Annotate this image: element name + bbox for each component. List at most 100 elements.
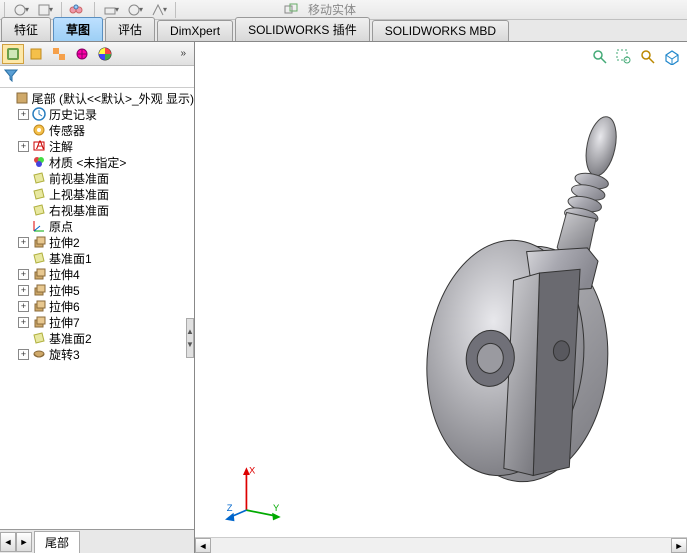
tree-item[interactable]: +旋转3 [2, 346, 194, 362]
toolbar-btn-1[interactable]: ▾ [9, 1, 33, 19]
prev-view-icon[interactable] [639, 48, 657, 66]
origin-icon [31, 218, 47, 234]
tab-scroll-right[interactable]: ► [16, 532, 32, 552]
dimxpert-mgr-icon[interactable] [71, 44, 93, 64]
toolbar-btn-4[interactable]: ▾ [99, 1, 123, 19]
history-icon [31, 106, 47, 122]
tab-features[interactable]: 特征 [1, 17, 51, 41]
toolbar-btn-3[interactable] [66, 1, 90, 19]
tree-item-label: 注解 [49, 138, 73, 155]
tree-item-label: 基准面2 [49, 330, 92, 347]
expand-icon[interactable]: + [18, 285, 29, 296]
tree-item-label: 上视基准面 [49, 186, 109, 203]
tree-item-label: 材质 <未指定> [49, 154, 126, 171]
tree-item[interactable]: 原点 [2, 218, 194, 234]
svg-text:Z: Z [227, 502, 233, 513]
expand-icon[interactable]: + [18, 317, 29, 328]
tree-item-label: 拉伸7 [49, 314, 80, 331]
tree-item[interactable]: 前视基准面 [2, 170, 194, 186]
plane-icon [31, 250, 47, 266]
extrude-icon [31, 282, 47, 298]
expand-icon[interactable]: + [18, 237, 29, 248]
material-icon [31, 154, 47, 170]
tree-item[interactable]: + 历史记录 [2, 106, 194, 122]
toolbar-btn-5[interactable]: ▾ [123, 1, 147, 19]
revolve-icon [31, 346, 47, 362]
tree-item[interactable]: +拉伸4 [2, 266, 194, 282]
tab-scroll-left[interactable]: ◄ [0, 532, 16, 552]
sensor-icon [31, 122, 47, 138]
bottom-tabs: ◄ ► 尾部 [0, 529, 194, 553]
tree-item[interactable]: 传感器 [2, 122, 194, 138]
plane-icon [31, 202, 47, 218]
horizontal-scrollbar[interactable]: ◄ ► [195, 537, 687, 553]
view-heads-up-toolbar [591, 48, 681, 66]
display-mgr-icon[interactable] [94, 44, 116, 64]
toolbar-btn-2[interactable]: ▾ [33, 1, 57, 19]
expand-icon[interactable]: + [18, 349, 29, 360]
tree-item-label: 原点 [49, 218, 73, 235]
property-mgr-icon[interactable] [25, 44, 47, 64]
tree-item[interactable]: + 拉伸7 [2, 314, 194, 330]
fm-tree-icon[interactable] [2, 44, 24, 64]
plane-icon [31, 186, 47, 202]
extrude-icon [31, 234, 47, 250]
scroll-right-icon[interactable]: ► [671, 538, 687, 553]
svg-text:Y: Y [273, 502, 280, 513]
toolbar-btn-6[interactable]: ▾ [147, 1, 171, 19]
tree-item-label: 历史记录 [49, 106, 97, 123]
tree-item-label: 拉伸5 [49, 282, 80, 299]
tree-item-label: 拉伸2 [49, 234, 80, 251]
filter-row [0, 66, 194, 88]
plane-icon [31, 330, 47, 346]
extrude-icon [31, 298, 47, 314]
feature-tree[interactable]: 尾部 (默认<<默认>_外观 显示) + 历史记录传感器 + A 注解材质 <未指定>前… [0, 88, 194, 529]
filter-icon[interactable] [4, 68, 18, 85]
tab-sw-mbd[interactable]: SOLIDWORKS MBD [372, 20, 509, 41]
extrude-icon [31, 266, 47, 282]
svg-text:X: X [249, 464, 256, 475]
panel-tab-icons: » [0, 42, 194, 66]
tree-item-label: 拉伸6 [49, 298, 80, 315]
tab-dimxpert[interactable]: DimXpert [157, 20, 233, 41]
tree-root[interactable]: 尾部 (默认<<默认>_外观 显示) [2, 90, 194, 106]
svg-text:A: A [36, 139, 44, 152]
graphics-viewport[interactable]: X Y Z [195, 42, 687, 553]
scroll-left-icon[interactable]: ◄ [195, 538, 211, 553]
expand-icon[interactable]: + [18, 141, 29, 152]
plane-icon [31, 170, 47, 186]
expand-icon[interactable]: + [18, 301, 29, 312]
expand-icon[interactable]: + [18, 109, 29, 120]
tree-item[interactable]: 材质 <未指定> [2, 154, 194, 170]
tree-item-label: 右视基准面 [49, 202, 109, 219]
part-icon [14, 90, 29, 106]
bottom-tab-part[interactable]: 尾部 [34, 531, 80, 553]
tree-item-label: 前视基准面 [49, 170, 109, 187]
config-mgr-icon[interactable] [48, 44, 70, 64]
tree-item[interactable]: + 拉伸2 [2, 234, 194, 250]
tree-item[interactable]: 基准面2 [2, 330, 194, 346]
move-entity-icon[interactable] [280, 1, 304, 19]
feature-manager-panel: » 尾部 (默认<<默认>_外观 显示) + 历史记录传感器 + A 注解材质 <未指定… [0, 42, 195, 553]
section-view-icon[interactable] [663, 48, 681, 66]
tab-sketch[interactable]: 草图 [53, 17, 103, 41]
tree-item[interactable]: + A 注解 [2, 138, 194, 154]
tab-evaluate[interactable]: 评估 [105, 17, 155, 41]
tab-sw-addins[interactable]: SOLIDWORKS 插件 [235, 17, 370, 41]
command-tabs: 特征 草图 评估 DimXpert SOLIDWORKS 插件 SOLIDWOR… [0, 20, 687, 42]
annot-icon: A [31, 138, 47, 154]
panel-splitter[interactable]: ▲▼ [186, 318, 194, 358]
tree-item[interactable]: 基准面1 [2, 250, 194, 266]
extrude-icon [31, 314, 47, 330]
tree-item[interactable]: 右视基准面 [2, 202, 194, 218]
tree-item[interactable]: + 拉伸5 [2, 282, 194, 298]
zoom-fit-icon[interactable] [591, 48, 609, 66]
move-entity-label: 移动实体 [308, 1, 356, 18]
tree-item[interactable]: + 拉伸6 [2, 298, 194, 314]
expand-icon[interactable]: + [18, 269, 29, 280]
view-triad[interactable]: X Y Z [225, 463, 285, 523]
tree-item[interactable]: 上视基准面 [2, 186, 194, 202]
panel-overflow-icon[interactable]: » [180, 48, 192, 59]
zoom-area-icon[interactable] [615, 48, 633, 66]
model-render [375, 102, 675, 522]
